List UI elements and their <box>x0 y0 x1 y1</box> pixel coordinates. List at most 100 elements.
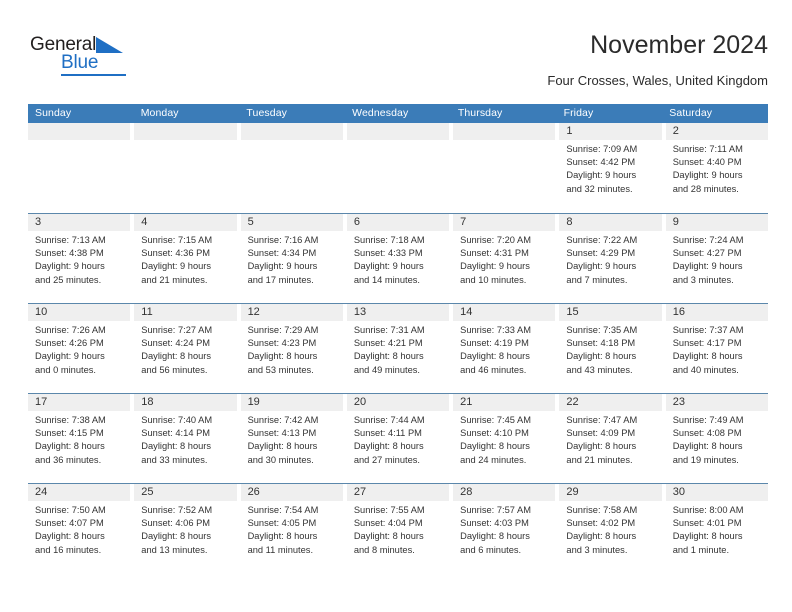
calendar-day-cell[interactable]: 30 Sunrise: 8:00 AM Sunset: 4:01 PM Dayligh… <box>665 484 768 573</box>
title-block: November 2024 Four Crosses, Wales, Unite… <box>248 30 768 89</box>
calendar-day-cell[interactable]: 4 Sunrise: 7:15 AM Sunset: 4:36 PM Daylight… <box>134 214 237 303</box>
day-info-line: Daylight: 8 hours <box>247 351 318 362</box>
day-info-line: Sunset: 4:24 PM <box>141 338 211 349</box>
day-number: 17 <box>28 394 131 411</box>
calendar-day-cell[interactable]: 10 Sunrise: 7:26 AM Sunset: 4:26 PM Dayligh… <box>28 304 131 393</box>
day-info-line: and 27 minutes. <box>353 454 420 465</box>
day-number: 18 <box>134 394 237 411</box>
day-info-line: Sunset: 4:14 PM <box>141 428 211 439</box>
day-info-line: Sunrise: 7:24 AM <box>672 235 744 245</box>
day-info-line: Sunset: 4:17 PM <box>672 338 742 349</box>
day-info-line: and 1 minute. <box>672 544 730 555</box>
day-number: 22 <box>559 394 662 411</box>
day-sun-info: Sunrise: 7:54 AM Sunset: 4:05 PM Daylight:… <box>241 501 343 557</box>
day-info-line: Daylight: 9 hours <box>35 261 105 272</box>
day-info-line: Daylight: 9 hours <box>672 261 743 272</box>
day-number: 2 <box>665 123 768 140</box>
day-info-line: Sunrise: 7:45 AM <box>460 415 531 425</box>
day-info-line: and 40 minutes. <box>672 364 739 375</box>
day-info-line: Sunrise: 7:58 AM <box>566 505 638 515</box>
calendar-day-cell[interactable]: 24 Sunrise: 7:50 AM Sunset: 4:07 PM Dayligh… <box>28 484 131 573</box>
day-sun-info: Sunrise: 7:13 AM Sunset: 4:38 PM Daylight:… <box>28 231 130 287</box>
calendar-day-cell[interactable]: 28 Sunrise: 7:57 AM Sunset: 4:03 PM Dayligh… <box>453 484 556 573</box>
calendar-day-cell[interactable]: 13 Sunrise: 7:31 AM Sunset: 4:21 PM Dayligh… <box>346 304 450 393</box>
day-info-line: Daylight: 8 hours <box>566 531 637 542</box>
weekday-header-row: Sunday Monday Tuesday Wednesday Thursday Frid… <box>28 104 768 123</box>
day-number: 23 <box>665 394 768 411</box>
day-info-line: and 30 minutes. <box>247 454 314 465</box>
day-sun-info: Sunrise: 7:22 AM Sunset: 4:29 PM Daylight:… <box>559 231 661 287</box>
day-info-line: Sunrise: 7:52 AM <box>141 505 213 515</box>
day-sun-info: Sunrise: 7:31 AM Sunset: 4:21 PM Daylight:… <box>347 321 449 377</box>
calendar-body: 1 Sunrise: 7:09 AM Sunset: 4:42 PM Daylight… <box>28 123 768 573</box>
day-info-line: Sunrise: 7:13 AM <box>35 235 106 245</box>
calendar-day-cell[interactable]: 6 Sunrise: 7:18 AM Sunset: 4:33 PM Daylight… <box>346 214 450 303</box>
day-info-line: Daylight: 8 hours <box>35 531 105 542</box>
day-info-line: Daylight: 8 hours <box>247 531 318 542</box>
calendar-day-cell[interactable]: 1 Sunrise: 7:09 AM Sunset: 4:42 PM Daylight… <box>559 123 662 212</box>
calendar-day-cell[interactable]: 3 Sunrise: 7:13 AM Sunset: 4:38 PM Daylight… <box>28 214 131 303</box>
day-info-line: Sunrise: 7:40 AM <box>141 415 213 425</box>
calendar-day-cell[interactable]: 19 Sunrise: 7:42 AM Sunset: 4:13 PM Dayligh… <box>240 394 343 483</box>
weekday-header-tuesday: Tuesday <box>246 107 288 119</box>
day-info-line: and 25 minutes. <box>35 274 102 285</box>
day-sun-info: Sunrise: 7:52 AM Sunset: 4:06 PM Daylight:… <box>134 501 236 557</box>
calendar-day-cell[interactable]: 16 Sunrise: 7:37 AM Sunset: 4:17 PM Dayligh… <box>665 304 768 393</box>
day-info-line: and 13 minutes. <box>141 544 208 555</box>
day-sun-info: Sunrise: 7:24 AM Sunset: 4:27 PM Daylight:… <box>666 231 768 287</box>
day-info-line: Daylight: 8 hours <box>672 351 743 362</box>
day-info-line: Sunset: 4:36 PM <box>141 248 211 259</box>
day-info-line: Sunset: 4:33 PM <box>353 248 423 259</box>
day-sun-info: Sunrise: 7:37 AM Sunset: 4:17 PM Daylight:… <box>666 321 768 377</box>
calendar-day-cell[interactable]: 29 Sunrise: 7:58 AM Sunset: 4:02 PM Dayligh… <box>559 484 662 573</box>
calendar-day-cell[interactable]: 8 Sunrise: 7:22 AM Sunset: 4:29 PM Daylight… <box>559 214 662 303</box>
day-number: 30 <box>665 484 768 501</box>
calendar-day-cell[interactable]: 14 Sunrise: 7:33 AM Sunset: 4:19 PM Dayligh… <box>453 304 556 393</box>
calendar-day-cell[interactable]: 21 Sunrise: 7:45 AM Sunset: 4:10 PM Dayligh… <box>453 394 556 483</box>
calendar-day-cell[interactable]: 7 Sunrise: 7:20 AM Sunset: 4:31 PM Daylight… <box>453 214 556 303</box>
calendar-day-cell[interactable]: 11 Sunrise: 7:27 AM Sunset: 4:24 PM Dayligh… <box>134 304 237 393</box>
day-info-line: Sunset: 4:26 PM <box>35 338 104 349</box>
calendar-week-row: 17 Sunrise: 7:38 AM Sunset: 4:15 PM Dayligh… <box>28 393 768 483</box>
calendar-day-cell[interactable]: 9 Sunrise: 7:24 AM Sunset: 4:27 PM Daylight… <box>665 214 768 303</box>
brand-logo[interactable]: General Blue <box>30 34 160 86</box>
calendar-day-cell[interactable]: 25 Sunrise: 7:52 AM Sunset: 4:06 PM Dayligh… <box>134 484 237 573</box>
day-info-line: Sunset: 4:11 PM <box>353 428 422 439</box>
day-info-line: Sunset: 4:04 PM <box>353 518 423 529</box>
day-number: 27 <box>346 484 450 501</box>
day-info-line: and 56 minutes. <box>141 364 208 375</box>
calendar-day-cell[interactable]: 2 Sunrise: 7:11 AM Sunset: 4:40 PM Daylight… <box>665 123 768 212</box>
day-sun-info: Sunrise: 7:35 AM Sunset: 4:18 PM Daylight:… <box>559 321 661 377</box>
day-sun-info: Sunrise: 7:50 AM Sunset: 4:07 PM Daylight:… <box>28 501 130 557</box>
day-info-line: Daylight: 9 hours <box>141 261 212 272</box>
calendar-day-cell[interactable]: 12 Sunrise: 7:29 AM Sunset: 4:23 PM Dayligh… <box>240 304 343 393</box>
day-info-line: and 17 minutes. <box>247 274 314 285</box>
page-subtitle: Four Crosses, Wales, United Kingdom <box>547 73 768 88</box>
day-number: 13 <box>346 304 450 321</box>
calendar-day-cell[interactable]: 15 Sunrise: 7:35 AM Sunset: 4:18 PM Dayligh… <box>559 304 662 393</box>
calendar-day-cell[interactable]: 20 Sunrise: 7:44 AM Sunset: 4:11 PM Dayligh… <box>346 394 450 483</box>
day-info-line: and 14 minutes. <box>353 274 420 285</box>
calendar-day-cell[interactable]: 22 Sunrise: 7:47 AM Sunset: 4:09 PM Dayligh… <box>559 394 662 483</box>
day-info-line: Sunrise: 7:50 AM <box>35 505 106 515</box>
calendar-day-cell[interactable]: 18 Sunrise: 7:40 AM Sunset: 4:14 PM Dayligh… <box>134 394 237 483</box>
day-info-line: and 0 minutes. <box>35 364 96 375</box>
day-sun-info: Sunrise: 7:58 AM Sunset: 4:02 PM Daylight:… <box>559 501 661 557</box>
day-info-line: Sunset: 4:02 PM <box>566 518 636 529</box>
day-info-line: Sunrise: 7:55 AM <box>353 505 425 515</box>
calendar-day-cell[interactable]: 5 Sunrise: 7:16 AM Sunset: 4:34 PM Daylight… <box>240 214 343 303</box>
day-sun-info: Sunrise: 7:20 AM Sunset: 4:31 PM Daylight:… <box>453 231 555 287</box>
day-sun-info: Sunrise: 8:00 AM Sunset: 4:01 PM Daylight:… <box>666 501 768 557</box>
day-info-line: and 10 minutes. <box>460 274 527 285</box>
calendar-day-cell[interactable]: 23 Sunrise: 7:49 AM Sunset: 4:08 PM Dayligh… <box>665 394 768 483</box>
day-info-line: and 28 minutes. <box>672 183 739 194</box>
day-info-line: Sunrise: 7:26 AM <box>35 325 106 335</box>
day-info-line: Sunrise: 7:38 AM <box>35 415 106 425</box>
calendar-day-cell[interactable]: 27 Sunrise: 7:55 AM Sunset: 4:04 PM Dayligh… <box>346 484 450 573</box>
calendar-week-row: 1 Sunrise: 7:09 AM Sunset: 4:42 PM Daylight… <box>28 123 768 213</box>
calendar-day-cell[interactable]: 26 Sunrise: 7:54 AM Sunset: 4:05 PM Dayligh… <box>240 484 343 573</box>
day-info-line: Daylight: 8 hours <box>247 441 318 452</box>
day-info-line: Daylight: 9 hours <box>672 170 743 181</box>
day-sun-info <box>453 140 555 143</box>
calendar-day-cell[interactable]: 17 Sunrise: 7:38 AM Sunset: 4:15 PM Dayligh… <box>28 394 131 483</box>
